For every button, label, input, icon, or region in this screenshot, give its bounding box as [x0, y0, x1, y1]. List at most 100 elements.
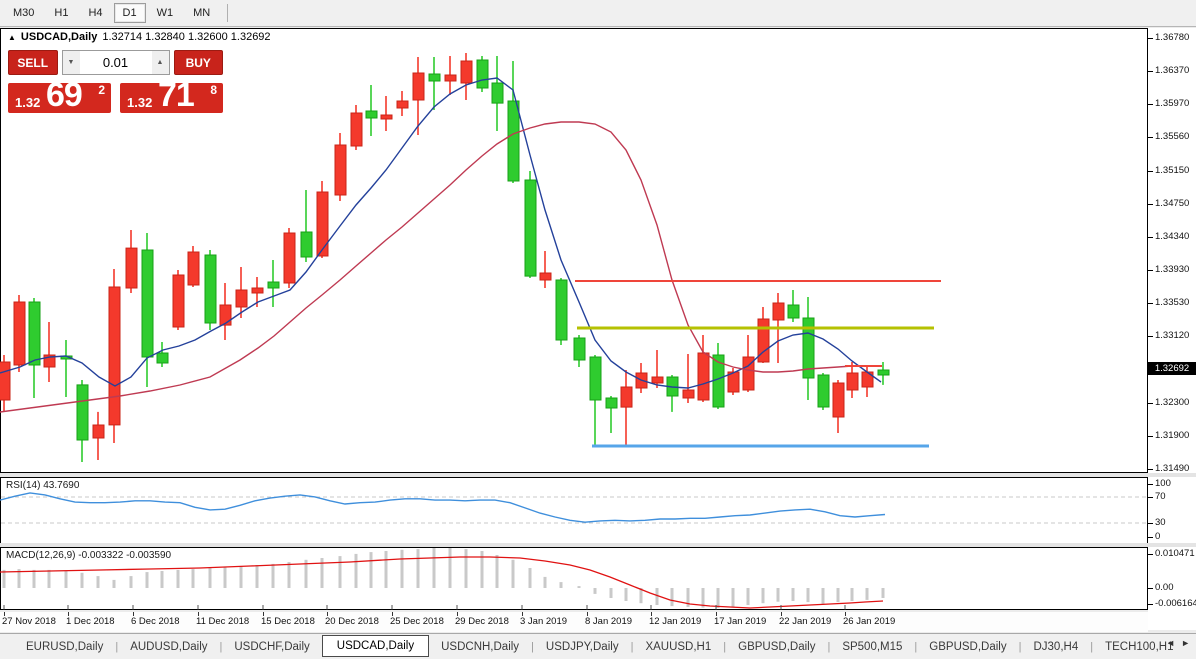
time-axis-label: 17 Jan 2019	[714, 616, 766, 627]
time-axis-label: 22 Jan 2019	[779, 616, 831, 627]
buy-button[interactable]: BUY	[174, 50, 224, 75]
rsi-indicator-label: RSI(14) 43.7690	[6, 480, 79, 491]
macd-axis-label: 0.010471	[1155, 548, 1195, 559]
symbol-tab-usdcad-active[interactable]: USDCAD,Daily	[322, 635, 429, 657]
bid-price-prefix: 1.32	[15, 95, 40, 110]
symbol-tab-usdcnh[interactable]: USDCNH,Daily	[429, 637, 531, 657]
rsi-axis-label: 0	[1155, 531, 1160, 542]
price-axis-label: 1.33930	[1155, 264, 1189, 275]
sell-button[interactable]: SELL	[8, 50, 58, 75]
chart-symbol-label: USDCAD,Daily	[21, 31, 97, 43]
bear-candle	[477, 56, 488, 92]
volume-decrease-button[interactable]: ▼	[63, 51, 80, 74]
timeframe-toolbar: M30H1H4D1W1MN	[0, 0, 1196, 27]
bull-candle	[14, 295, 25, 372]
price-axis-label: 1.34750	[1155, 198, 1189, 209]
time-axis-label: 25 Dec 2018	[390, 616, 444, 627]
rsi-axis-label: 100	[1155, 478, 1171, 489]
price-axis-label: 1.31900	[1155, 430, 1189, 441]
price-axis-tick	[1148, 204, 1153, 205]
bear-candle	[205, 250, 216, 330]
rsi-panel-canvas	[0, 477, 1148, 544]
time-axis-label: 1 Dec 2018	[66, 616, 115, 627]
tab-scroll-left-icon[interactable]: ◄	[1166, 638, 1175, 648]
bid-price-big-digits: 69	[46, 76, 82, 115]
panel-splitter-rsi[interactable]	[0, 473, 1196, 477]
bear-candle	[818, 373, 829, 410]
symbol-tab-gbpusd[interactable]: GBPUSD,Daily	[726, 637, 827, 657]
time-axis-label: 3 Jan 2019	[520, 616, 567, 627]
trading-terminal-window: M30H1H4D1W1MN ▲ USDCAD,Daily 1.32714 1.3…	[0, 0, 1196, 659]
time-axis-label: 11 Dec 2018	[196, 616, 249, 627]
bid-price-pip-digit: 2	[98, 83, 105, 97]
ask-price-box[interactable]: 1.32 71 8	[120, 83, 223, 113]
symbol-tab-audusd[interactable]: AUDUSD,Daily	[118, 637, 219, 657]
collapse-triangle-icon[interactable]: ▲	[8, 33, 16, 42]
volume-stepper: ▼ ▲	[62, 50, 170, 75]
toolbar-divider	[227, 4, 228, 22]
symbol-tab-usdjpy[interactable]: USDJPY,Daily	[534, 637, 631, 657]
symbol-tab-xauusd[interactable]: XAUUSD,H1	[633, 637, 723, 657]
chart-symbol-header: ▲ USDCAD,Daily 1.32714 1.32840 1.32600 1…	[8, 31, 271, 43]
timeframe-button-mn[interactable]: MN	[184, 3, 219, 23]
timeframe-button-d1[interactable]: D1	[114, 3, 146, 23]
price-axis-label: 1.31490	[1155, 463, 1189, 474]
price-axis-label: 1.36780	[1155, 32, 1189, 43]
price-axis-label: 1.34340	[1155, 231, 1189, 242]
price-axis-tick	[1148, 469, 1153, 470]
price-axis-label: 1.33530	[1155, 297, 1189, 308]
rsi-axis-tick	[1148, 537, 1153, 538]
current-price-badge: 1.32692	[1148, 362, 1196, 375]
time-axis-label: 8 Jan 2019	[585, 616, 632, 627]
price-axis-tick	[1148, 38, 1153, 39]
macd-axis-tick	[1148, 604, 1153, 605]
timeframe-button-h4[interactable]: H4	[79, 3, 111, 23]
macd-axis-label: -0.006164	[1155, 598, 1196, 609]
price-axis-tick	[1148, 436, 1153, 437]
symbol-tab-gbpusd[interactable]: GBPUSD,Daily	[917, 637, 1018, 657]
price-axis-tick	[1148, 137, 1153, 138]
rsi-axis-tick	[1148, 523, 1153, 524]
tab-scroll-arrows: ◄ ►	[1166, 638, 1190, 648]
timeframe-button-m30[interactable]: M30	[4, 3, 43, 23]
price-axis-tick	[1148, 171, 1153, 172]
time-axis-label: 15 Dec 2018	[261, 616, 315, 627]
symbol-tab-dj30[interactable]: DJ30,H4	[1021, 637, 1090, 657]
bid-price-box[interactable]: 1.32 69 2	[8, 83, 111, 113]
macd-axis-label: 0.00	[1155, 582, 1174, 593]
panel-splitter-macd[interactable]	[0, 543, 1196, 547]
symbol-tab-sp500[interactable]: SP500,M15	[830, 637, 914, 657]
time-axis-label: 12 Jan 2019	[649, 616, 701, 627]
price-axis-label: 1.35560	[1155, 131, 1189, 142]
macd-indicator-label: MACD(12,26,9) -0.003322 -0.003590	[6, 550, 171, 561]
price-axis-tick	[1148, 403, 1153, 404]
price-axis-tick	[1148, 336, 1153, 337]
price-axis-tick	[1148, 104, 1153, 105]
bull-candle	[317, 181, 328, 258]
macd-axis-tick	[1148, 554, 1153, 555]
ask-price-pip-digit: 8	[210, 83, 217, 97]
timeframe-button-h1[interactable]: H1	[45, 3, 77, 23]
ask-price-prefix: 1.32	[127, 95, 152, 110]
price-axis-label: 1.33120	[1155, 330, 1189, 341]
symbol-tab-usdchf[interactable]: USDCHF,Daily	[222, 637, 321, 657]
price-axis-tick	[1148, 237, 1153, 238]
bull-candle	[173, 270, 184, 330]
volume-increase-button[interactable]: ▲	[152, 51, 169, 74]
bear-candle	[525, 171, 536, 278]
ask-price-big-digits: 71	[158, 76, 194, 115]
tab-scroll-right-icon[interactable]: ►	[1181, 638, 1190, 648]
bull-candle	[188, 246, 199, 287]
price-axis-label: 1.35150	[1155, 165, 1189, 176]
time-axis-label: 20 Dec 2018	[325, 616, 379, 627]
volume-input[interactable]	[80, 51, 152, 74]
timeframe-button-w1[interactable]: W1	[148, 3, 183, 23]
macd-axis-tick	[1148, 588, 1153, 589]
rsi-axis-label: 70	[1155, 491, 1166, 502]
bear-candle	[556, 278, 567, 345]
price-axis-tick	[1148, 71, 1153, 72]
time-axis-label: 29 Dec 2018	[455, 616, 509, 627]
symbol-tab-eurusd[interactable]: EURUSD,Daily	[14, 637, 115, 657]
price-axis-tick	[1148, 303, 1153, 304]
time-axis: 27 Nov 20181 Dec 20186 Dec 201811 Dec 20…	[0, 612, 1148, 632]
